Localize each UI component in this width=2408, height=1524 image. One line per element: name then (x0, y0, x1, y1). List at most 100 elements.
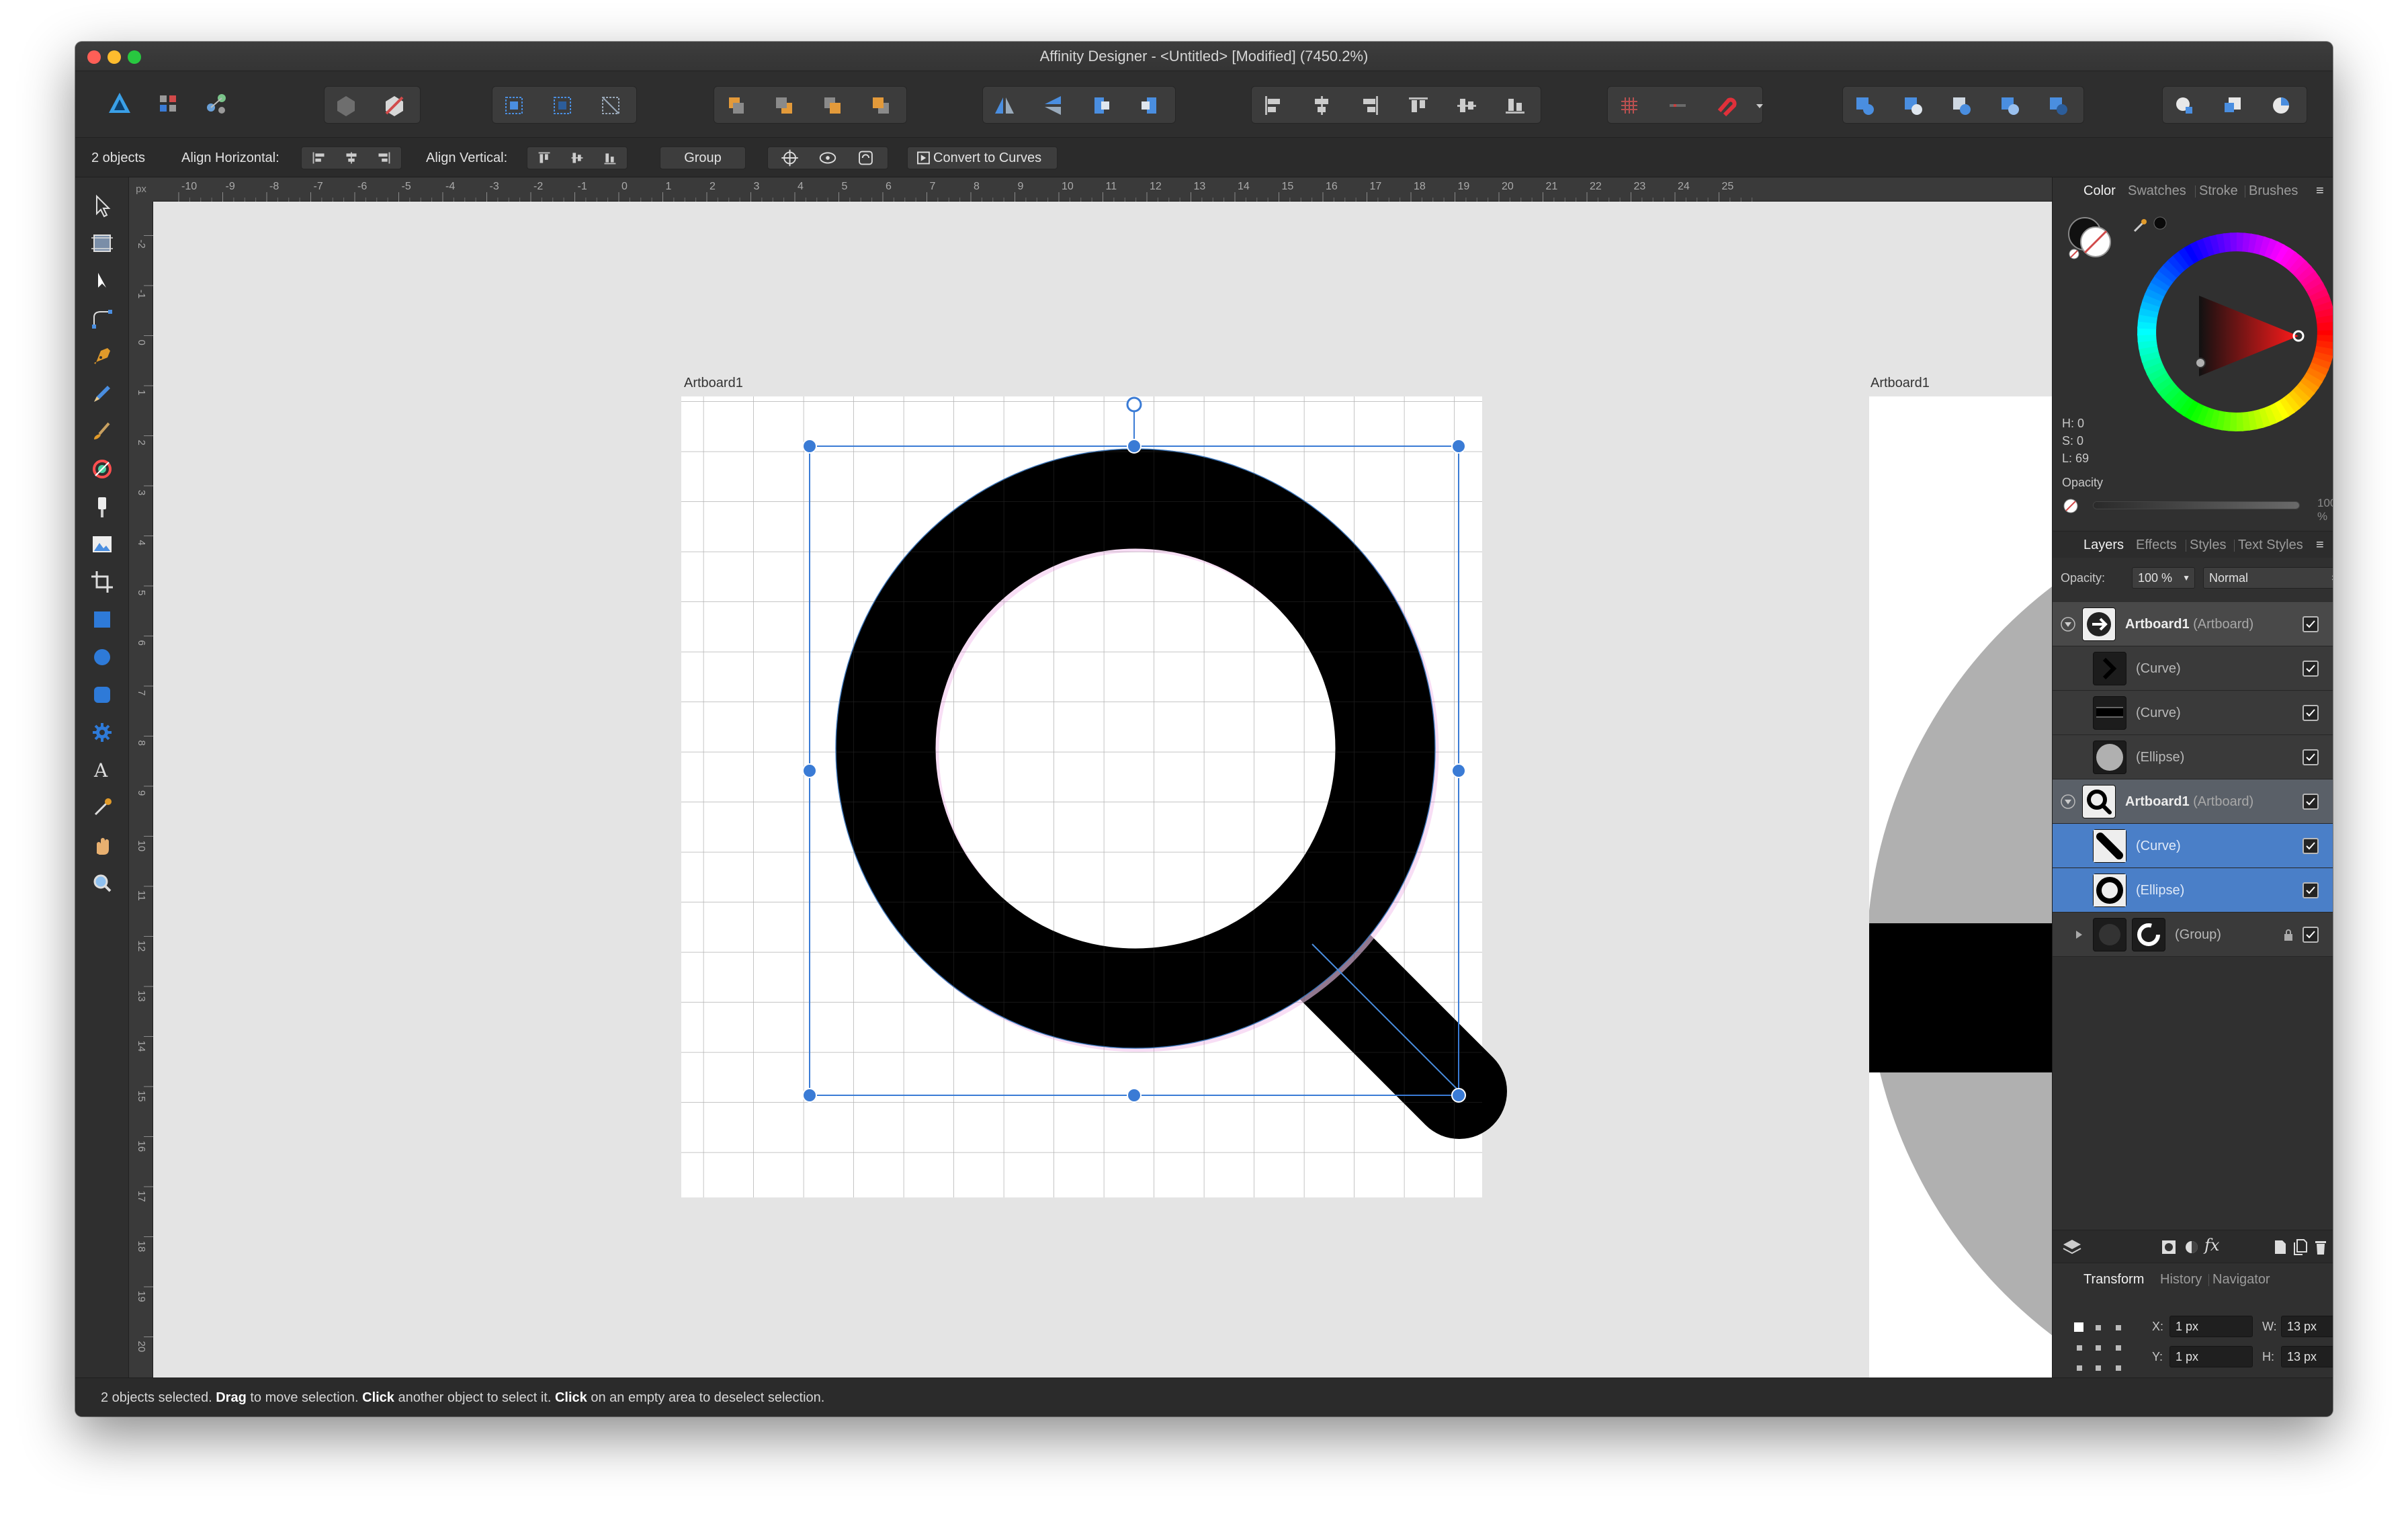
layer-visibility-checkbox[interactable] (2303, 705, 2319, 721)
tab-transform[interactable]: Transform (2083, 1266, 2144, 1293)
layer-visibility-checkbox[interactable] (2303, 927, 2319, 943)
export-persona-icon[interactable] (203, 90, 230, 117)
layer-opacity-dropdown[interactable]: 100 % ▼ (2132, 567, 2195, 589)
insert-top-icon[interactable] (2268, 92, 2294, 119)
tab-swatches[interactable]: Swatches (2128, 177, 2186, 204)
handle-bottom-center[interactable] (1127, 1088, 1142, 1103)
add-icon[interactable] (1851, 92, 1878, 119)
move-tool-icon[interactable] (86, 189, 118, 222)
transparency-tool-icon[interactable] (86, 491, 118, 523)
layer-visibility-checkbox[interactable] (2303, 661, 2319, 677)
y-field[interactable]: 1 px (2169, 1346, 2253, 1367)
artistic-text-tool-icon[interactable]: A (86, 754, 118, 786)
x-field[interactable]: 1 px (2169, 1316, 2253, 1337)
mask-layer-icon[interactable] (2160, 1238, 2178, 1256)
snapping-magnet-icon[interactable] (1713, 92, 1739, 119)
tab-navigator[interactable]: Navigator (2212, 1266, 2270, 1293)
layer-row-ellipse-1[interactable]: (Ellipse) (2053, 735, 2333, 779)
tab-layers[interactable]: Layers (2083, 532, 2124, 558)
align-middle-icon[interactable] (1453, 92, 1480, 119)
rotation-handle[interactable] (1126, 396, 1142, 413)
color-picker-tool-icon[interactable] (86, 792, 118, 824)
align-center-icon[interactable] (1308, 92, 1335, 119)
color-marker[interactable] (2195, 357, 2206, 368)
expand-triangle-icon[interactable] (2059, 793, 2077, 810)
layer-visibility-checkbox[interactable] (2303, 616, 2319, 632)
artboard-tool-icon[interactable] (86, 227, 118, 259)
move-back-one-icon[interactable] (771, 92, 798, 119)
color-opacity-slider[interactable] (2093, 501, 2300, 509)
align-horizontal-buttons[interactable] (301, 146, 402, 169)
group-button[interactable]: Group (660, 146, 746, 169)
handle-middle-left[interactable] (802, 763, 817, 778)
ellipse-tool-icon[interactable] (86, 641, 118, 673)
xor-icon[interactable] (1996, 92, 2023, 119)
transform-objects-icon[interactable] (501, 92, 527, 119)
tab-text-styles[interactable]: Text Styles (2238, 532, 2303, 558)
place-image-tool-icon[interactable] (86, 528, 118, 560)
panel-menu-icon[interactable]: ≡ (2316, 177, 2324, 204)
tab-stroke[interactable]: Stroke (2199, 177, 2238, 204)
layer-visibility-checkbox[interactable] (2303, 838, 2319, 854)
trash-icon[interactable] (2313, 1238, 2328, 1256)
zoom-tool-icon[interactable] (86, 867, 118, 899)
tab-styles[interactable]: Styles (2190, 532, 2226, 558)
layer-row-ellipse-2[interactable]: (Ellipse) (2053, 868, 2333, 913)
expand-arrow-icon[interactable] (2070, 926, 2088, 943)
assistant-icon[interactable] (333, 92, 359, 119)
layer-visibility-checkbox[interactable] (2303, 882, 2319, 898)
view-tool-icon[interactable] (86, 829, 118, 861)
insert-behind-icon[interactable] (2219, 92, 2246, 119)
ruler-top[interactable]: -10 -9 -8 -7 -6 -5 -4 -3 -2 -1 0 1 2 3 4 5 6 7 8 9 10 11 12 13 1… (129, 177, 2052, 202)
move-to-front-icon[interactable] (867, 92, 894, 119)
handle-bottom-left[interactable] (802, 1088, 817, 1103)
adjustment-icon[interactable] (2183, 1238, 2200, 1256)
flip-vertical-icon[interactable] (1039, 92, 1066, 119)
black-curve-shape[interactable] (1869, 923, 2052, 1072)
no-color-icon[interactable] (2062, 497, 2079, 515)
pen-tool-icon[interactable] (86, 340, 118, 372)
artboard-left-label[interactable]: Artboard1 (684, 376, 743, 390)
designer-persona-icon[interactable] (106, 90, 133, 117)
convert-to-curves-button[interactable]: Convert to Curves (907, 146, 1058, 169)
color-opacity-value[interactable]: 100 % (2317, 497, 2333, 523)
rectangle-tool-icon[interactable] (86, 603, 118, 636)
transform-separately-icon[interactable] (549, 92, 576, 119)
artboard-right[interactable] (1866, 396, 2052, 1378)
handle-middle-right[interactable] (1451, 763, 1466, 778)
node-tool-icon[interactable] (86, 265, 118, 297)
align-bottom-icon[interactable] (1502, 92, 1529, 119)
align-right-icon[interactable] (1357, 92, 1383, 119)
layer-row-curve-3[interactable]: (Curve) (2053, 824, 2333, 868)
duplicate-layer-icon[interactable] (2293, 1238, 2308, 1256)
fill-tool-icon[interactable] (86, 453, 118, 485)
artboard-right-label[interactable]: Artboard1 (1870, 376, 1930, 390)
snapping-target-buttons[interactable] (767, 146, 888, 169)
subtract-icon[interactable] (1899, 92, 1926, 119)
handle-bottom-right[interactable] (1451, 1088, 1466, 1103)
align-left-icon[interactable] (1260, 92, 1287, 119)
intersect-icon[interactable] (1948, 92, 1975, 119)
document-canvas[interactable]: Artboard1 Artboard1 (153, 202, 2052, 1378)
color-wheel[interactable] (2136, 231, 2333, 433)
layer-visibility-checkbox[interactable] (2303, 749, 2319, 765)
tab-effects[interactable]: Effects (2136, 532, 2177, 558)
tab-brushes[interactable]: Brushes (2249, 177, 2298, 204)
divide-icon[interactable] (2045, 92, 2071, 119)
guides-icon[interactable] (1664, 92, 1691, 119)
move-to-back-icon[interactable] (722, 92, 749, 119)
align-vertical-buttons[interactable] (527, 146, 628, 169)
layer-row-artboard-1[interactable]: Artboard1 (Artboard) (2053, 602, 2333, 646)
layer-row-curve-2[interactable]: (Curve) (2053, 691, 2333, 735)
fill-stroke-swatch[interactable] (2063, 212, 2117, 266)
vector-brush-tool-icon[interactable] (86, 415, 118, 448)
blend-mode-dropdown[interactable]: Normal ⇕ (2203, 567, 2333, 589)
crop-tool-icon[interactable] (86, 566, 118, 598)
rotate-counterclockwise-icon[interactable] (1088, 92, 1115, 119)
handle-top-right[interactable] (1451, 439, 1466, 454)
handle-top-center[interactable] (1127, 439, 1142, 454)
expand-triangle-icon[interactable] (2059, 616, 2077, 633)
align-top-icon[interactable] (1405, 92, 1432, 119)
corner-tool-icon[interactable] (86, 302, 118, 335)
pixel-persona-icon[interactable] (155, 90, 181, 117)
